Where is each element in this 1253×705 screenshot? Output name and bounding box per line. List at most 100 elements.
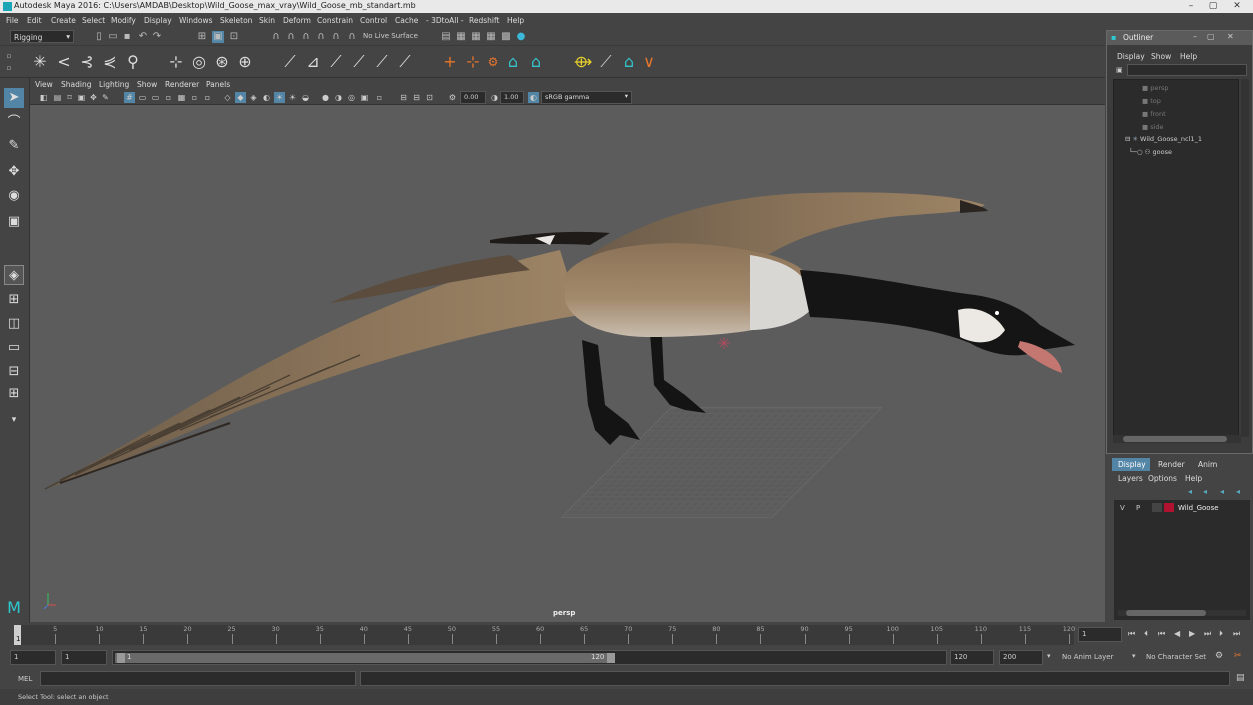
xray-components-icon[interactable]: ⊟ [411,92,422,103]
chevron-down-icon[interactable]: ▾ [1047,652,1051,660]
rotate-tool-icon[interactable]: ◉ [4,186,24,206]
close-button[interactable]: ✕ [1230,1,1244,11]
parent-constraint-icon[interactable]: + [440,52,460,72]
outliner-h-scrollbar[interactable] [1113,435,1241,443]
menu-control[interactable]: Control [360,16,387,25]
step-back-key-icon[interactable]: ⏮ [1158,629,1165,639]
select-component-icon[interactable]: ⊡ [228,31,240,43]
chevron-down-icon[interactable]: ▾ [1132,652,1136,660]
exposure-field[interactable]: 0.00 [460,91,486,104]
menu-windows[interactable]: Windows [179,16,212,25]
step-forward-key-icon[interactable]: ⏭ [1204,629,1211,639]
select-hierarchy-icon[interactable]: ⊞ [196,31,208,43]
maximize-button[interactable]: ▢ [1206,1,1220,11]
single-perspective-layout-icon[interactable]: ◈ [4,265,24,285]
move-layer-up-icon[interactable]: ◂ [1188,487,1192,496]
playback-start-field[interactable]: 1 [61,650,107,665]
panel-menu-renderer[interactable]: Renderer [165,80,199,89]
grid-icon[interactable]: # [124,92,135,103]
orient-constraint-icon[interactable]: ⚙ [483,52,503,72]
hypershade-icon[interactable]: ▩ [500,31,512,43]
panel-menu-lighting[interactable]: Lighting [99,80,129,89]
xray-icon[interactable]: ▫ [374,92,385,103]
depth-of-field-icon[interactable]: ◎ [346,92,357,103]
interactive-bind-icon[interactable]: ⊛ [212,52,232,72]
command-input[interactable] [40,671,356,686]
menu-deform[interactable]: Deform [283,16,311,25]
panel-menu-panels[interactable]: Panels [206,80,230,89]
scrollbar-thumb[interactable] [1123,436,1227,442]
paint-weights-icon[interactable]: ⊕ [235,52,255,72]
snap-surface-icon[interactable]: ∩ [330,31,342,43]
pole-vector-icon[interactable]: ∨ [639,52,659,72]
play-backwards-icon[interactable]: ◀ [1174,629,1180,638]
textured-icon[interactable]: ◐ [261,92,272,103]
minimize-button[interactable]: – [1184,1,1198,11]
outliner-search-field[interactable] [1127,64,1247,76]
new-layer-selected-icon[interactable]: ◂ [1236,487,1240,496]
bookmarks-icon[interactable]: ⌑ [64,92,75,103]
isolate-select-icon[interactable]: ▣ [359,92,370,103]
grease-pencil-icon[interactable]: ✎ [100,92,111,103]
film-gate-icon[interactable]: ▭ [137,92,148,103]
layer-name[interactable]: Wild_Goose [1178,504,1219,512]
scale-tool-icon[interactable]: ▣ [4,212,24,232]
menu-skeleton[interactable]: Skeleton [220,16,252,25]
set-driven-key-icon[interactable]: ⌂ [619,52,639,72]
character-set-dropdown[interactable]: No Character Set [1146,653,1206,661]
layer-scrollbar[interactable] [1118,610,1246,616]
snap-curve-icon[interactable]: ∩ [285,31,297,43]
graph-layout-icon[interactable]: ⊟ [4,362,24,382]
menu-create[interactable]: Create [51,16,76,25]
start-time-field[interactable]: 1 [10,650,56,665]
color-space-dropdown[interactable]: sRGB gamma ▾ [541,91,632,104]
go-to-end-icon[interactable]: ⏭ [1233,629,1240,639]
new-scene-icon[interactable]: ▯ [93,31,105,43]
panel-menu-show[interactable]: Show [137,80,157,89]
insert-joint-icon[interactable]: < [54,52,74,72]
smooth-shade-icon[interactable]: ◆ [235,92,246,103]
blend-shape-icon[interactable]: ⟋ [326,52,346,72]
go-to-start-icon[interactable]: ⏮ [1128,629,1135,639]
menu-help[interactable]: Help [507,16,524,25]
gate-mask-icon[interactable]: ▫ [163,92,174,103]
outliner-item-goose[interactable]: └─○ ⚇ goose [1129,148,1172,156]
move-layer-down-icon[interactable]: ◂ [1203,487,1207,496]
ipr-render-icon[interactable]: ▦ [470,31,482,43]
paint-select-icon[interactable]: ✎ [4,136,24,156]
layout-options-icon[interactable]: ▾ [4,410,24,430]
outliner-item-side[interactable]: ■ side [1142,123,1164,131]
lasso-tool-icon[interactable]: ⌒ [4,113,24,133]
use-all-lights-icon[interactable]: ☀ [274,92,285,103]
end-time-field[interactable]: 200 [999,650,1043,665]
outliner-item-persp[interactable]: ■ persp [1142,84,1169,92]
layer-type-toggle[interactable] [1152,503,1162,512]
move-tool-icon[interactable]: ✥ [4,162,24,182]
save-scene-icon[interactable]: ▪ [121,31,133,43]
menu-display[interactable]: Display [144,16,172,25]
tab-render[interactable]: Render [1158,460,1185,469]
outliner-layout-icon[interactable]: ▭ [4,338,24,358]
safe-title-icon[interactable]: ▫ [202,92,213,103]
script-editor-icon[interactable]: ▤ [1236,673,1245,683]
live-surface-icon[interactable]: ∩ [346,31,358,43]
layers-menu-options[interactable]: Options [1148,474,1177,483]
wrap-icon[interactable]: ⟋ [349,52,369,72]
image-plane-icon[interactable]: ▣ [76,92,87,103]
safe-action-icon[interactable]: ▫ [189,92,200,103]
shelf-menu-icon[interactable]: ▫ [3,62,15,74]
playback-end-field[interactable]: 120 [950,650,994,665]
tab-display[interactable]: Display [1112,458,1150,471]
motion-blur-icon[interactable]: ● [320,92,331,103]
outliner-item-wild-goose[interactable]: ⊟ ✳ Wild_Goose_ncl1_1 [1125,135,1202,143]
sculpt-icon[interactable]: ⟋ [395,52,415,72]
menu-3dtoall[interactable]: - 3DtoAll - [426,16,464,25]
range-bar[interactable]: 1 120 [112,650,947,665]
menu-set-dropdown[interactable]: Rigging ▾ [10,30,74,43]
panel-menu-view[interactable]: View [35,80,53,89]
command-language-label[interactable]: MEL [18,675,32,683]
outliner-item-front[interactable]: ■ front [1142,110,1166,118]
outliner-close-button[interactable]: ✕ [1227,32,1234,41]
history-icon[interactable]: ▤ [440,31,452,43]
wire-icon[interactable]: ⟋ [372,52,392,72]
